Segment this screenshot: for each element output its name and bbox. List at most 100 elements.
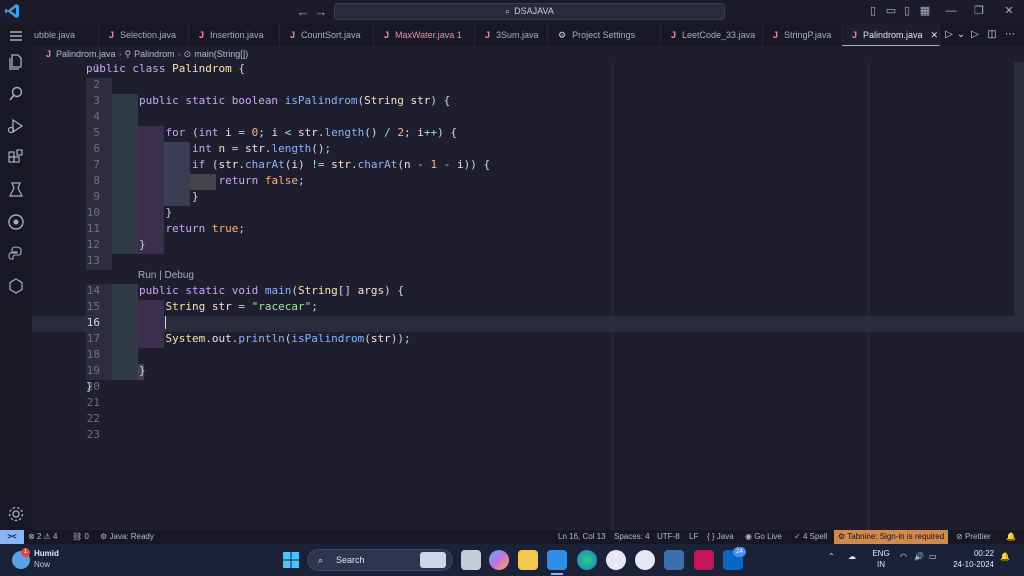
code-line-7: if (str.charAt(i) != str.charAt(n - 1 - … — [191, 158, 491, 171]
prettier-icon: ⊘ — [956, 532, 965, 541]
tab-bubble[interactable]: ubble.java — [32, 24, 99, 46]
language-indicator-bottom: IN — [877, 560, 885, 569]
cursor-position[interactable]: Ln 16, Col 13 — [558, 530, 606, 544]
tab-insertion[interactable]: J Insertion.java — [189, 24, 280, 46]
task-view-icon[interactable] — [461, 550, 481, 570]
extensions-icon[interactable] — [6, 148, 26, 168]
command-search-box[interactable]: ⌕ DSAJAVA — [334, 3, 725, 20]
tab-palindrom[interactable]: J Palindrom.java ✕ — [842, 24, 940, 46]
explorer-icon[interactable] — [6, 52, 26, 72]
copilot-icon[interactable] — [489, 550, 509, 570]
java-status[interactable]: ⚙ Java: Ready — [100, 530, 154, 544]
github-desktop-icon[interactable] — [635, 550, 655, 570]
prettier-status[interactable]: ⊘ Prettier — [956, 530, 991, 544]
close-window-button[interactable]: ✕ — [1002, 3, 1016, 19]
file-explorer-icon[interactable] — [518, 550, 538, 570]
tab-project-settings[interactable]: ⚙ Project Settings — [548, 24, 661, 46]
breadcrumb-class[interactable]: Palindrom — [134, 49, 175, 59]
line-number: 2 — [93, 78, 100, 91]
ports-indicator[interactable]: ⛓ 0 — [72, 530, 89, 544]
search-icon[interactable] — [6, 84, 26, 104]
remote-explorer-icon[interactable] — [6, 212, 26, 232]
run-code-icon[interactable]: ▷ — [968, 24, 982, 46]
breadcrumb-file[interactable]: Palindrom.java — [56, 49, 116, 59]
problems-indicator[interactable]: ⊗ 2 ⚠ 4 — [28, 530, 57, 544]
tabnine-status[interactable]: ⚙ Tabnine: Sign-in is required — [834, 530, 949, 544]
code-line-20: } — [86, 380, 93, 393]
run-and-debug-icon[interactable] — [6, 116, 26, 136]
spell-check-indicator[interactable]: ✓ 4 Spell — [794, 530, 827, 544]
clock-date: 24-10-2024 — [953, 560, 994, 569]
line-number: 23 — [86, 428, 100, 441]
file-encoding[interactable]: UTF-8 — [657, 530, 680, 544]
container-icon[interactable] — [6, 276, 26, 296]
breadcrumb-method[interactable]: main(String[]) — [194, 49, 248, 59]
tab-3sum[interactable]: J 3Sum.java — [475, 24, 548, 46]
tab-selection[interactable]: J Selection.java — [99, 24, 189, 46]
code-line-5: for (int i = 0; i < str.length() / 2; i+… — [165, 126, 457, 139]
wifi-icon[interactable]: ◠ — [900, 552, 907, 561]
more-actions-icon[interactable]: ⋯ — [1003, 24, 1017, 46]
language-indicator-top[interactable]: ENG — [872, 549, 890, 558]
forward-button[interactable]: → — [312, 3, 330, 21]
line-number: 4 — [93, 110, 100, 123]
chevron-down-icon[interactable]: ⌄ — [954, 24, 968, 46]
clock-time[interactable]: 00:22 — [950, 549, 994, 558]
back-button[interactable]: ← — [294, 3, 312, 21]
line-number: 20 — [86, 380, 100, 393]
code-line-6: int n = str.length(); — [191, 142, 332, 155]
code-editor[interactable]: 1 2 3 4 5 6 7 8 9 10 11 12 13 14 15 16 1… — [32, 62, 1024, 530]
manage-gear-icon[interactable] — [6, 504, 26, 524]
tab-stringp[interactable]: J StringP.java — [763, 24, 842, 46]
onedrive-cloud-icon[interactable]: ☁ — [848, 552, 856, 561]
java-status-icon: ⚙ — [100, 532, 110, 541]
app-icon[interactable] — [664, 550, 684, 570]
menu-icon[interactable] — [6, 26, 26, 46]
class-symbol-icon: ⚲ — [124, 49, 132, 59]
codelens-run-debug[interactable]: Run | Debug — [138, 270, 194, 281]
notifications-bell-icon[interactable]: 🔔 — [1006, 530, 1016, 544]
minimize-button[interactable]: — — [944, 3, 958, 19]
github-icon[interactable] — [606, 550, 626, 570]
close-tab-icon[interactable]: ✕ — [931, 30, 939, 40]
taskbar-search-box[interactable]: ⌕ Search — [307, 549, 453, 571]
toggle-primary-sidebar-icon[interactable]: ▯ — [866, 3, 880, 19]
battery-icon[interactable]: ▭ — [929, 552, 937, 561]
java-file-icon: J — [485, 30, 491, 40]
tab-maxwater[interactable]: J MaxWater.java 1 — [374, 24, 475, 46]
code-line-10: } — [86, 206, 173, 219]
split-editor-icon[interactable]: ◫ — [985, 24, 999, 46]
volume-icon[interactable]: 🔊 — [914, 552, 924, 561]
windows-start-icon[interactable] — [281, 550, 301, 570]
intellij-icon[interactable] — [694, 550, 714, 570]
chevron-up-icon[interactable]: ⌃ — [828, 552, 835, 561]
indentation-setting[interactable]: Spaces: 4 — [614, 530, 650, 544]
remote-window-button[interactable]: >< — [0, 530, 24, 544]
toggle-secondary-sidebar-icon[interactable]: ▯ — [900, 3, 914, 19]
line-number: 18 — [86, 348, 100, 361]
vscode-taskbar-icon[interactable] — [547, 550, 567, 570]
tab-label: LeetCode_33.java — [682, 30, 756, 40]
python-icon[interactable] — [6, 244, 26, 264]
language-mode[interactable]: { } Java — [707, 530, 734, 544]
customize-layout-icon[interactable]: ▦ — [918, 3, 932, 19]
ruler — [868, 62, 869, 530]
tab-label: CountSort.java — [301, 30, 361, 40]
restore-button[interactable]: ❐ — [972, 3, 986, 19]
notification-center-bell-icon[interactable]: 🔔 — [1000, 552, 1010, 561]
workspace-name: DSAJAVA — [514, 6, 554, 16]
current-line-highlight — [32, 316, 1024, 332]
minimap[interactable] — [1014, 62, 1024, 324]
vscode-logo-icon — [5, 4, 19, 18]
testing-icon[interactable] — [6, 180, 26, 200]
code-line-12: } — [86, 238, 146, 251]
tab-label: ubble.java — [34, 30, 76, 40]
tab-countsort[interactable]: J CountSort.java — [280, 24, 374, 46]
line-ending[interactable]: LF — [689, 530, 698, 544]
go-live-button[interactable]: ◉ Go Live — [745, 530, 782, 544]
edge-icon[interactable] — [577, 550, 597, 570]
chevron-right-icon: › — [118, 49, 122, 59]
chevron-right-icon: › — [177, 49, 181, 59]
tab-leetcode-33[interactable]: J LeetCode_33.java — [661, 24, 763, 46]
toggle-panel-icon[interactable]: ▭ — [884, 3, 898, 19]
